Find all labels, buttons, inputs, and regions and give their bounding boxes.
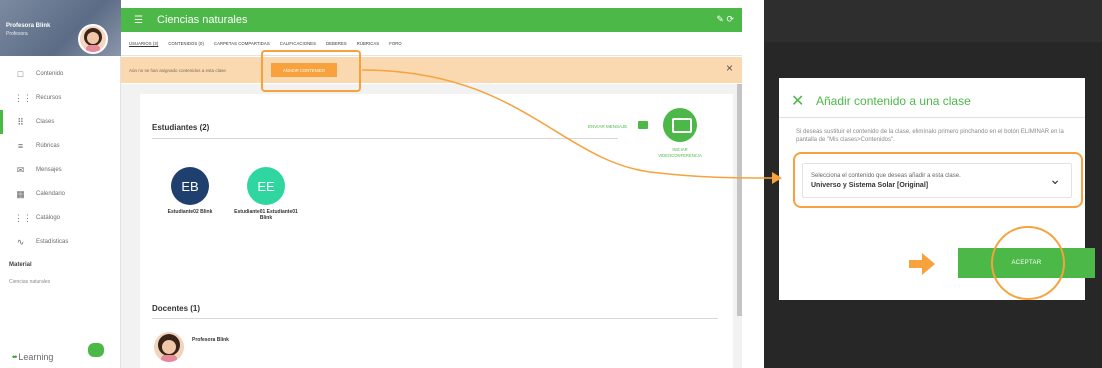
sidebar-item-label: Contenido: [36, 71, 64, 77]
close-icon[interactable]: ×: [726, 61, 733, 75]
chevron-down-icon[interactable]: ⌄: [1049, 171, 1061, 188]
send-message-icon[interactable]: [638, 121, 648, 129]
sidebar-item-catalogo[interactable]: ⋮⋮ Catálogo: [0, 206, 121, 230]
stats-icon: ∿: [16, 236, 25, 247]
brand-dots-icon: ••: [12, 352, 17, 362]
student-name: Estudiante01 Estudiante01 Blink: [234, 209, 298, 221]
avatar[interactable]: [78, 24, 108, 54]
tab-contenidos[interactable]: CONTENIDOS (0): [168, 41, 204, 46]
brand-name: Learning: [18, 352, 54, 362]
tab-foro[interactable]: FORO: [389, 41, 402, 46]
edit-refresh-icons[interactable]: ✎ ⟳: [716, 14, 734, 25]
top-bar: ☰ Ciencias naturales ✎ ⟳: [121, 8, 742, 32]
sidebar-item-label: Catálogo: [36, 215, 61, 221]
dialog-description: Si deseas sustituir el contenido de la c…: [796, 129, 1064, 143]
sidebar-item-mensajes[interactable]: ✉ Mensajes: [0, 158, 121, 182]
no-content-banner: Aún no se han asignado contenidos a esta…: [121, 57, 742, 83]
tab-carpetas[interactable]: CARPETAS COMPARTIDAS: [214, 41, 270, 46]
pointer-arrow-icon: [909, 253, 935, 275]
divider: [152, 318, 718, 319]
sidebar-item-label: Rúbricas: [36, 143, 60, 149]
scrollbar[interactable]: [737, 84, 742, 316]
highlight-frame: [261, 50, 361, 92]
select-value: Universo y Sistema Solar [Original]: [811, 182, 929, 189]
page-title: Ciencias naturales: [157, 14, 248, 26]
sidebar-item-label: Calendario: [36, 191, 66, 197]
users-card: Estudiantes (2) ENVIAR MENSAJE INICIAR V…: [140, 94, 733, 368]
sidebar-item-label: Recursos: [36, 95, 62, 101]
videoconference-icon[interactable]: [663, 108, 697, 142]
profile-header[interactable]: Profesora Blink Profesora: [0, 0, 121, 56]
dimmed-header: [764, 0, 1102, 42]
students-title: Estudiantes (2): [152, 123, 210, 132]
tab-calificaciones[interactable]: CALIFICACIONES: [280, 41, 316, 46]
banner-text: Aún no se han asignado contenidos a esta…: [129, 67, 226, 73]
lms-window: Profesora Blink Profesora □ Contenido ⋮⋮ R…: [0, 0, 742, 368]
tab-rubricas[interactable]: RÚBRICAS: [357, 41, 379, 46]
select-label: Selecciona el contenido que deseas añadi…: [811, 173, 961, 179]
catalog-icon: ⋮⋮: [14, 212, 32, 223]
sidebar-item-rubricas[interactable]: ≡ Rúbricas: [0, 134, 121, 158]
sidebar-item-recursos[interactable]: ⋮⋮ Recursos: [0, 86, 121, 110]
chat-bubble-icon[interactable]: [88, 343, 104, 357]
send-message-link[interactable]: ENVIAR MENSAJE: [588, 124, 627, 129]
student-avatar: EB: [171, 167, 209, 205]
add-content-dialog: ✕ Añadir contenido a una clase Si deseas…: [779, 78, 1095, 300]
material-link[interactable]: Ciencias naturales: [9, 279, 50, 285]
sidebar-item-calendario[interactable]: ▦ Calendario: [0, 182, 121, 206]
dialog-title: Añadir contenido a una clase: [816, 94, 971, 108]
student-card[interactable]: EE Estudiante01 Estudiante01 Blink: [231, 167, 301, 221]
brand-logo: •• Learning: [12, 352, 53, 362]
highlight-circle: [991, 226, 1065, 300]
sidebar-item-clases[interactable]: ⠿ Clases: [0, 110, 121, 134]
sidebar-menu: □ Contenido ⋮⋮ Recursos ⠿ Clases ≡ Rúbricas …: [0, 62, 121, 254]
videoconference-label[interactable]: INICIAR VIDEOCONFERENCIA: [652, 147, 708, 159]
calendar-icon: ▦: [16, 188, 25, 199]
tab-usuarios[interactable]: USUARIOS (3): [129, 41, 158, 46]
content-select[interactable]: Selecciona el contenido que deseas añadi…: [802, 163, 1072, 198]
content-icon: □: [17, 69, 24, 79]
student-name: Estudiante02 Blink: [167, 209, 213, 215]
profile-role: Profesora: [6, 31, 28, 37]
sidebar-item-label: Clases: [36, 119, 55, 125]
menu-icon[interactable]: ☰: [134, 15, 144, 26]
tab-deberes[interactable]: DEBERES: [326, 41, 347, 46]
mail-icon: ✉: [16, 164, 25, 175]
teacher-name[interactable]: Profesora Blink: [192, 337, 232, 344]
divider: [779, 117, 1085, 118]
teachers-title: Docentes (1): [152, 304, 201, 313]
main-content: Estudiantes (2) ENVIAR MENSAJE INICIAR V…: [121, 84, 742, 368]
sidebar-item-estadisticas[interactable]: ∿ Estadísticas: [0, 230, 121, 254]
teacher-avatar[interactable]: [154, 332, 184, 362]
grid-icon: ⋮⋮: [14, 92, 32, 103]
student-avatar: EE: [247, 167, 285, 205]
material-section-title: Material: [9, 262, 32, 268]
divider: [152, 138, 618, 139]
sidebar-item-label: Mensajes: [36, 167, 62, 173]
sidebar: Profesora Blink Profesora □ Contenido ⋮⋮ R…: [0, 0, 121, 368]
sidebar-item-contenido[interactable]: □ Contenido: [0, 62, 121, 86]
tab-bar: USUARIOS (3) CONTENIDOS (0) CARPETAS COM…: [121, 32, 742, 56]
modal-screen: ✕ Añadir contenido a una clase Si deseas…: [764, 0, 1102, 368]
tutorial-composite: Profesora Blink Profesora □ Contenido ⋮⋮ R…: [0, 0, 1102, 368]
sidebar-item-label: Estadísticas: [36, 239, 69, 245]
close-icon[interactable]: ✕: [791, 91, 804, 111]
select-highlight: Selecciona el contenido que deseas añadi…: [793, 152, 1083, 208]
classes-icon: ⠿: [17, 116, 24, 127]
profile-name: Profesora Blink: [6, 23, 51, 29]
rubric-icon: ≡: [17, 141, 24, 151]
student-card[interactable]: EB Estudiante02 Blink: [155, 167, 225, 215]
